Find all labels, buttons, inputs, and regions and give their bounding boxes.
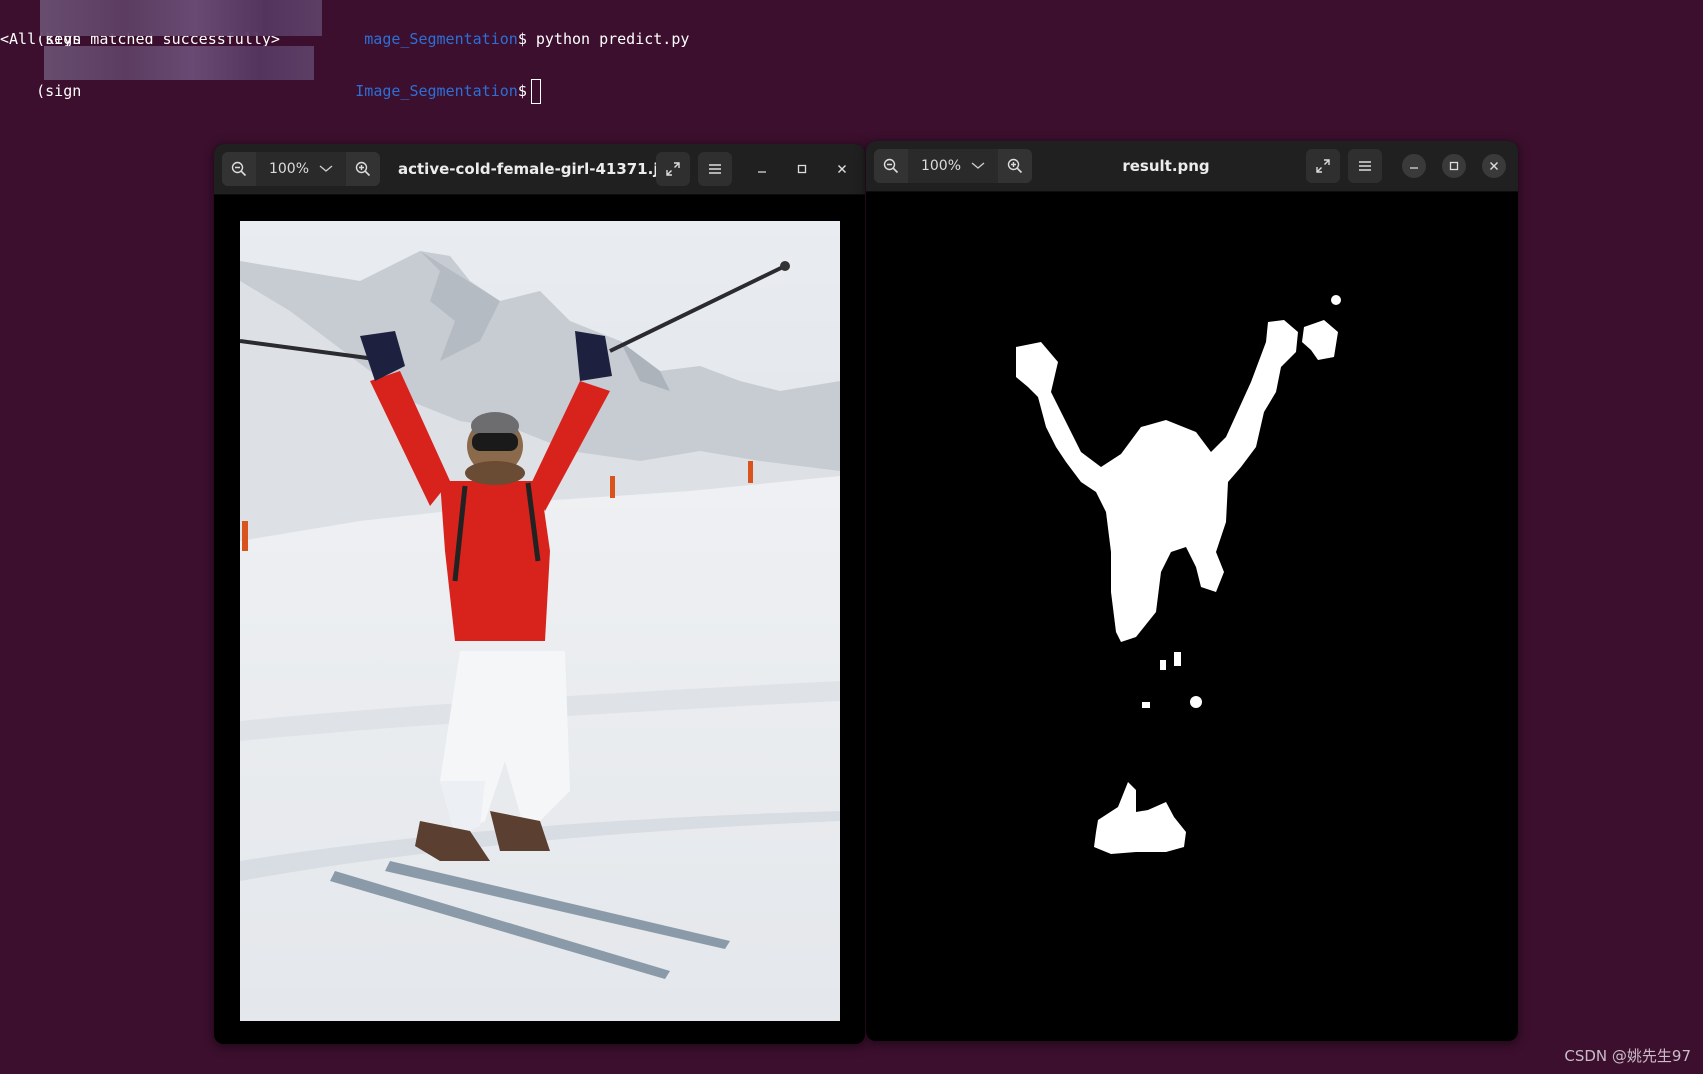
hamburger-menu-icon <box>1359 161 1371 171</box>
main-menu-button[interactable] <box>698 152 732 186</box>
image-canvas[interactable] <box>214 195 865 1044</box>
fullscreen-icon <box>666 162 680 176</box>
main-menu-button[interactable] <box>1348 149 1382 183</box>
window-title: result.png <box>1122 157 1210 175</box>
minimize-button[interactable] <box>1402 154 1426 178</box>
zoom-level: 100% <box>920 158 962 174</box>
skier-photo-illustration <box>240 221 840 1021</box>
image-viewer-window-result[interactable]: 100% result.png <box>866 141 1518 1041</box>
zoom-out-button[interactable] <box>222 152 256 186</box>
minimize-button[interactable] <box>750 157 774 181</box>
maximize-icon <box>797 164 807 174</box>
hamburger-menu-icon <box>709 164 721 174</box>
redacted-blur <box>44 46 314 80</box>
fullscreen-button[interactable] <box>656 152 690 186</box>
terminal-path: Image_Segmentation <box>355 82 518 100</box>
image-viewer-window-original[interactable]: 100% active-cold-female-girl-41371.jp... <box>214 144 865 1044</box>
maximize-icon <box>1449 161 1459 171</box>
close-icon <box>838 165 846 173</box>
terminal-cursor <box>530 79 541 104</box>
close-icon <box>1490 162 1498 170</box>
zoom-level: 100% <box>268 161 310 177</box>
zoom-in-icon <box>1007 158 1023 174</box>
chevron-down-icon <box>971 162 985 169</box>
image-canvas[interactable] <box>866 192 1518 1041</box>
fullscreen-button[interactable] <box>1306 149 1340 183</box>
terminal[interactable]: (sign mage_Segmentation$ python predict.p… <box>0 0 1703 110</box>
chevron-down-icon <box>319 165 333 172</box>
maximize-button[interactable] <box>790 157 814 181</box>
zoom-control: 100% <box>874 149 1032 183</box>
header-bar: 100% active-cold-female-girl-41371.jp... <box>214 144 865 195</box>
zoom-in-icon <box>355 161 371 177</box>
csdn-watermark: CSDN @姚先生97 <box>1564 1047 1691 1065</box>
close-button[interactable] <box>1482 154 1506 178</box>
zoom-out-button[interactable] <box>874 149 908 183</box>
window-title: active-cold-female-girl-41371.jp... <box>398 160 668 178</box>
maximize-button[interactable] <box>1442 154 1466 178</box>
header-bar: 100% result.png <box>866 141 1518 192</box>
zoom-out-icon <box>231 161 247 177</box>
minimize-icon <box>1410 167 1418 169</box>
terminal-path: mage_Segmentation <box>364 30 518 48</box>
zoom-out-icon <box>883 158 899 174</box>
terminal-command: $ python predict.py <box>517 30 690 48</box>
close-button[interactable] <box>830 157 854 181</box>
zoom-control: 100% <box>222 152 380 186</box>
segmentation-mask <box>1016 295 1341 854</box>
zoom-level-dropdown[interactable]: 100% <box>908 149 998 183</box>
terminal-prompt-prefix: (sign <box>36 82 82 100</box>
skier-photo <box>240 221 840 1021</box>
zoom-in-button[interactable] <box>346 152 380 186</box>
fullscreen-icon <box>1316 159 1330 173</box>
zoom-in-button[interactable] <box>998 149 1032 183</box>
zoom-level-dropdown[interactable]: 100% <box>256 152 346 186</box>
redacted-blur <box>40 0 322 36</box>
minimize-icon <box>758 171 766 173</box>
terminal-prompt-symbol: $ <box>517 82 527 100</box>
